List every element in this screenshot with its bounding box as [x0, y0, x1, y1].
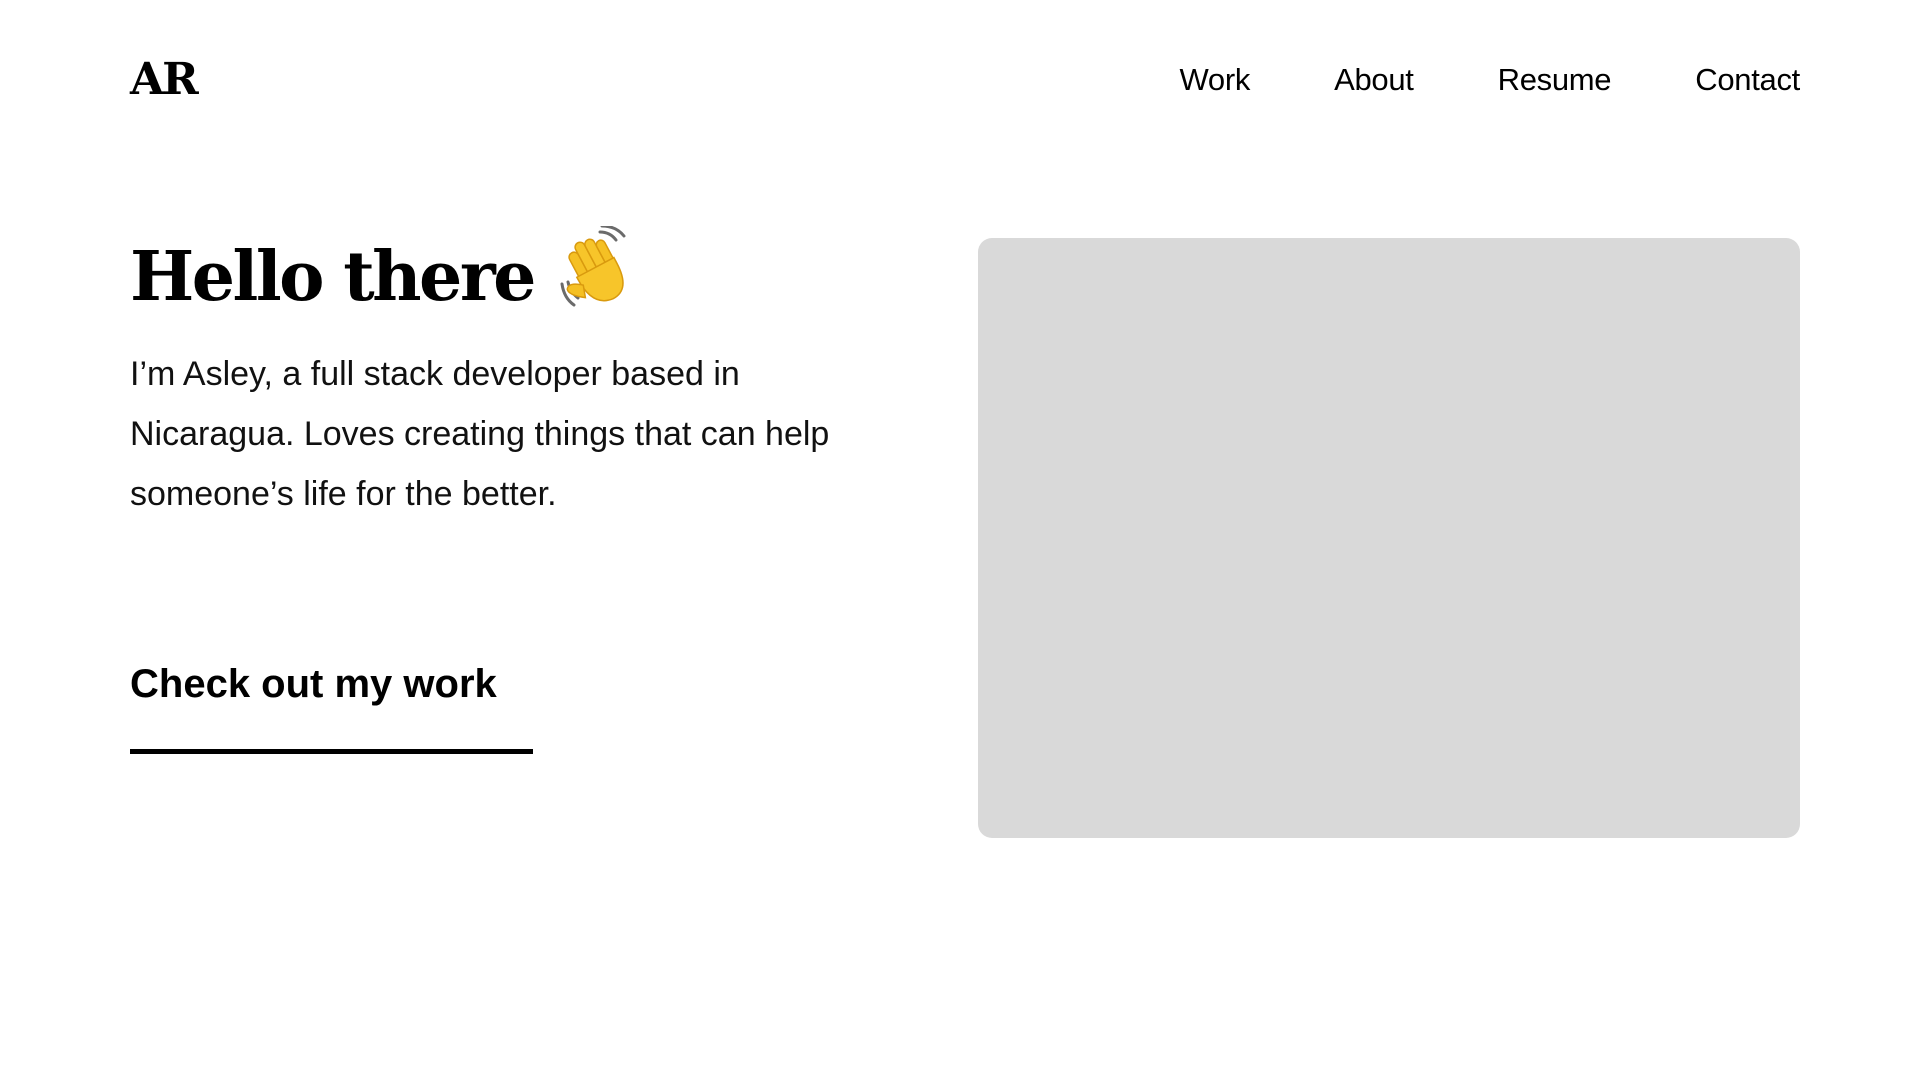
- logo[interactable]: AR: [130, 50, 199, 110]
- cta-underline: [130, 749, 533, 754]
- nav-item-work[interactable]: Work: [1180, 58, 1251, 102]
- nav-item-contact[interactable]: Contact: [1695, 58, 1800, 102]
- hero-description: I’m Asley, a full stack developer based …: [130, 355, 830, 513]
- hero-title: Hello there: [130, 224, 638, 322]
- nav-item-about[interactable]: About: [1334, 58, 1414, 102]
- hero-image-placeholder: [978, 238, 1800, 838]
- check-out-work-link[interactable]: Check out my work: [130, 656, 497, 712]
- hero-title-text: Hello there: [130, 237, 536, 317]
- main-nav: Work About Resume Contact: [1180, 58, 1801, 102]
- waving-hand-icon: [554, 224, 638, 310]
- nav-item-resume[interactable]: Resume: [1498, 58, 1612, 102]
